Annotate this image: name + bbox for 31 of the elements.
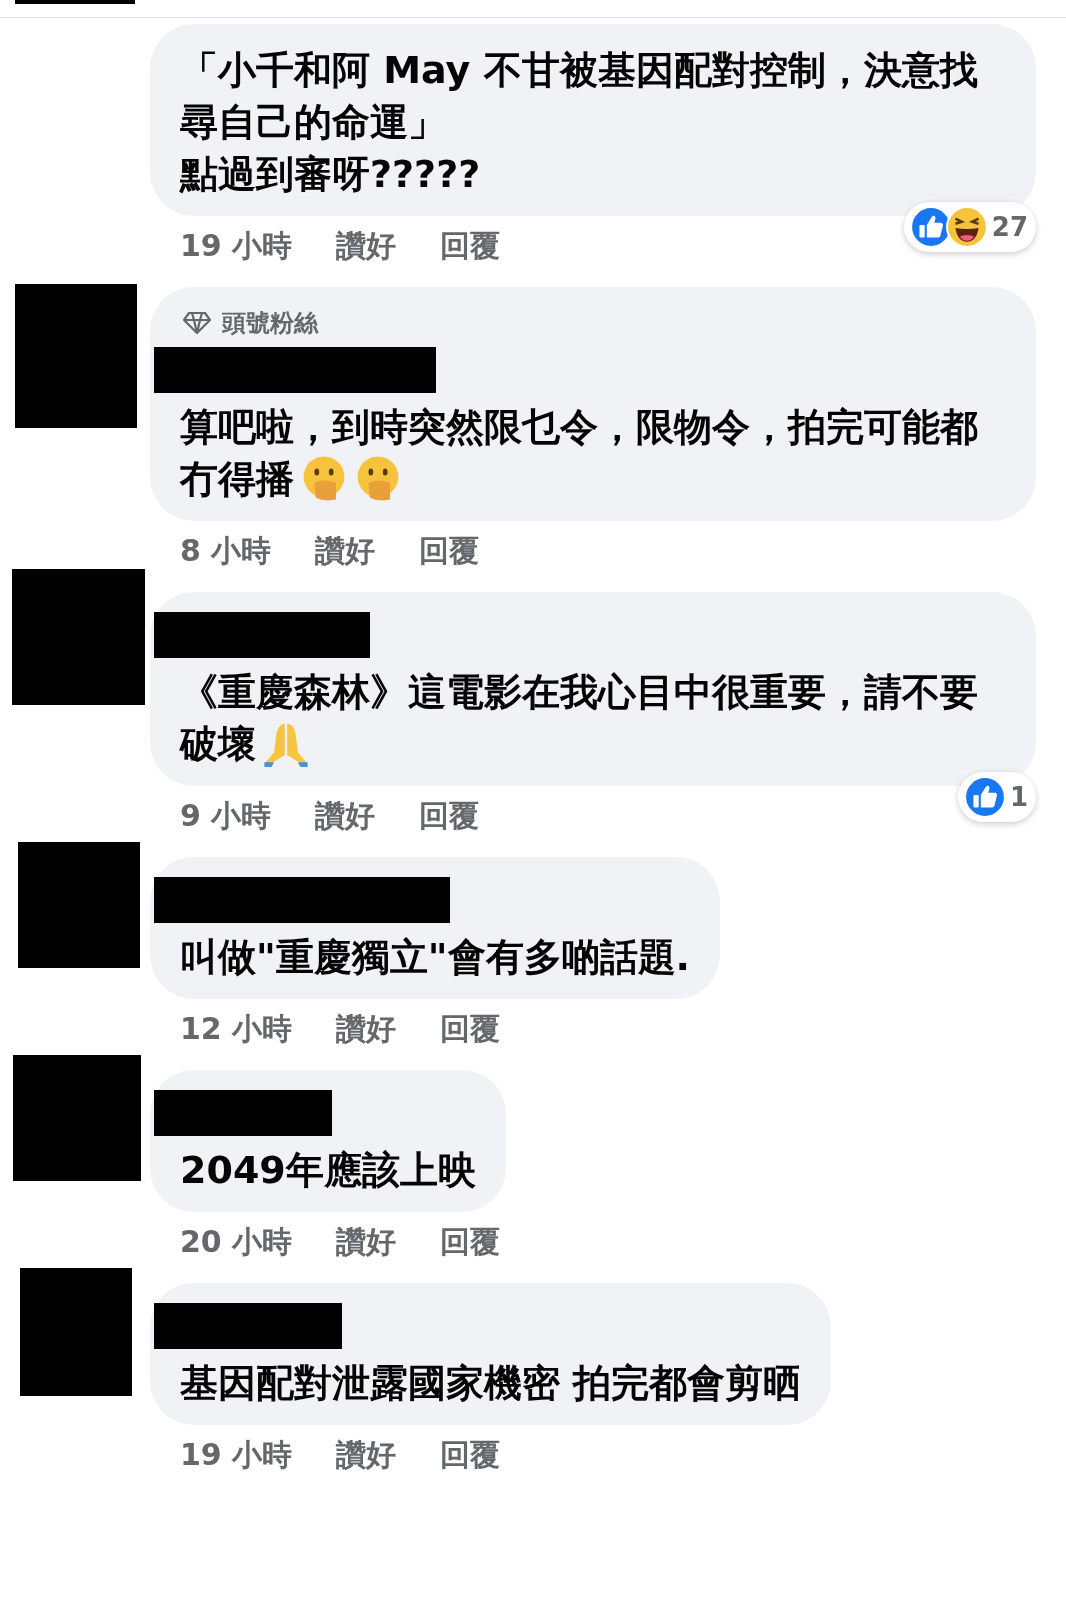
like-link[interactable]: 讚好 (315, 531, 376, 572)
diamond-icon (182, 311, 212, 335)
comment-text: 《重慶森林》這電影在我心目中很重要，請不要破壞 (180, 669, 979, 769)
comment-text: 基因配對泄露國家機密 拍完都會剪晒 (180, 1360, 802, 1407)
top-fan-label: 頭號粉絲 (222, 308, 318, 339)
reaction-count: 27 (991, 212, 1028, 242)
like-link[interactable]: 讚好 (336, 226, 397, 267)
like-link[interactable]: 讚好 (315, 796, 376, 837)
comment-time: 8 小時 (180, 532, 272, 570)
comment-time: 19 小時 (180, 227, 293, 265)
reply-link[interactable]: 回覆 (440, 1435, 501, 1476)
comment-text: 「小千和阿 May 不甘被基因配對控制，決意找尋自己的命運」 (180, 47, 979, 146)
reply-link[interactable]: 回覆 (419, 531, 480, 572)
like-link[interactable]: 讚好 (336, 1222, 397, 1263)
reply-link[interactable]: 回覆 (440, 226, 501, 267)
comment-text: 點過到審呀????? (180, 151, 482, 198)
comment-time: 19 小時 (180, 1436, 293, 1474)
reply-link[interactable]: 回覆 (440, 1222, 501, 1263)
like-link[interactable]: 讚好 (336, 1009, 397, 1050)
comment-text: 2049年應該上映 (180, 1147, 476, 1194)
reaction-summary[interactable]: 27 (903, 202, 1036, 252)
reply-link[interactable]: 回覆 (440, 1009, 501, 1050)
reaction-count: 1 (1009, 782, 1028, 812)
reply-link[interactable]: 回覆 (419, 796, 480, 837)
reaction-summary[interactable]: 1 (957, 772, 1036, 822)
like-link[interactable]: 讚好 (336, 1435, 397, 1476)
comment-text: 叫做"重慶獨立"會有多啲話題. (180, 934, 691, 981)
comment-time: 20 小時 (180, 1223, 293, 1261)
comment-time: 12 小時 (180, 1010, 293, 1048)
comment-text: 算吧啦，到時突然限乜令，限物令，拍完可能都冇得播 (180, 404, 979, 504)
comment-time: 9 小時 (180, 797, 272, 835)
